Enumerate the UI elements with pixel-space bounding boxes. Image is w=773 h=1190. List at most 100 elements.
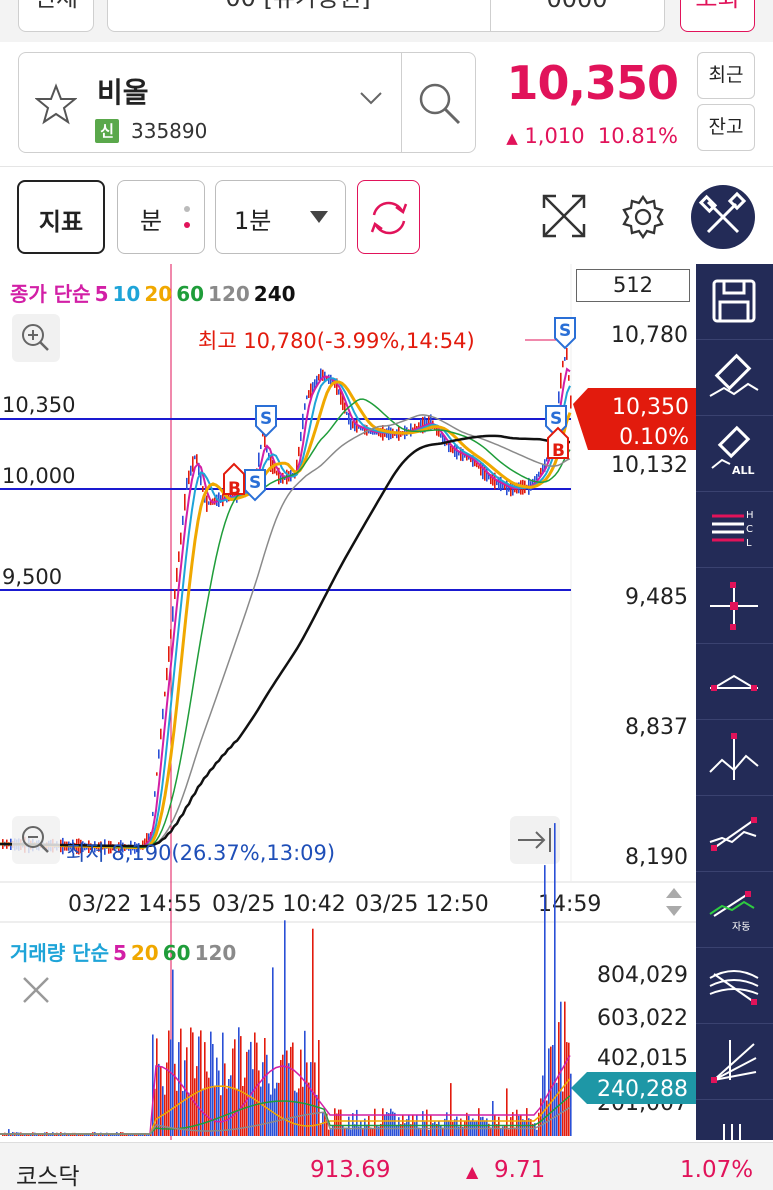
new-listing-badge: 신 bbox=[95, 119, 119, 143]
volume-bar bbox=[308, 1082, 310, 1136]
bars-tool[interactable] bbox=[696, 1100, 773, 1140]
candle bbox=[506, 478, 508, 496]
volume-bar bbox=[26, 1134, 28, 1136]
hcl-lines-icon: H C L bbox=[712, 510, 754, 549]
candle bbox=[166, 667, 168, 681]
zoom-out-button[interactable] bbox=[12, 816, 60, 864]
index-change: 9.71 bbox=[494, 1157, 546, 1183]
volume-bar bbox=[192, 1032, 194, 1136]
volume-bar bbox=[316, 1094, 318, 1136]
candle bbox=[180, 532, 182, 545]
high-price-annotation: 최고 10,780(-3.99%,14:54) bbox=[198, 329, 475, 353]
settings-gear-icon[interactable] bbox=[620, 194, 666, 240]
volume-bar bbox=[194, 1078, 196, 1136]
volume-bar bbox=[256, 1042, 258, 1136]
chevron-down-icon[interactable] bbox=[359, 91, 383, 105]
fullscreen-icon[interactable] bbox=[540, 192, 588, 240]
price-chart[interactable]: 10,350 10,000 9,500 최고 10,780(-3.99%,14:… bbox=[0, 264, 696, 1140]
volume-bar bbox=[310, 1062, 312, 1136]
volume-bar bbox=[172, 969, 174, 1136]
volume-bar bbox=[396, 1125, 398, 1136]
volume-bar bbox=[206, 1071, 208, 1136]
volume-bar bbox=[234, 1039, 236, 1136]
hline-label-10350: 10,350 bbox=[2, 393, 75, 417]
candle bbox=[538, 471, 540, 477]
volume-bar bbox=[200, 1030, 202, 1136]
volume-bar bbox=[300, 1049, 302, 1136]
volume-bar bbox=[480, 1117, 482, 1136]
zoom-in-button[interactable] bbox=[12, 314, 60, 362]
volume-bar bbox=[482, 1116, 484, 1136]
drawing-tools-icon[interactable] bbox=[690, 184, 756, 250]
fan-lines-tool[interactable] bbox=[696, 1024, 773, 1100]
candle bbox=[258, 452, 260, 467]
angle-line-tool[interactable] bbox=[696, 644, 773, 720]
minute-button[interactable]: 분 bbox=[117, 180, 205, 254]
legend-item: 5 bbox=[94, 282, 109, 306]
interval-select[interactable]: 1분 bbox=[215, 180, 346, 254]
candle bbox=[194, 455, 196, 460]
candle bbox=[564, 357, 566, 361]
indicator-button[interactable]: 지표 bbox=[17, 180, 105, 254]
volume-bar bbox=[390, 1108, 392, 1136]
candle bbox=[208, 501, 210, 505]
volume-bar bbox=[338, 1109, 340, 1136]
volume-bar bbox=[516, 1109, 518, 1136]
volume-bar bbox=[566, 1042, 568, 1136]
stock-code: 335890 bbox=[131, 119, 208, 143]
stock-selector[interactable]: 비올 신 335890 bbox=[18, 52, 476, 153]
fan-arc-tool[interactable] bbox=[696, 948, 773, 1024]
hcl-lines-tool[interactable]: H C L bbox=[696, 492, 773, 568]
volume-bar bbox=[70, 1134, 72, 1136]
candle-count-input[interactable]: 512 bbox=[576, 269, 690, 302]
candle bbox=[164, 691, 166, 697]
volume-bar bbox=[184, 1060, 186, 1136]
volume-bar bbox=[394, 1112, 396, 1136]
volume-bar bbox=[466, 1112, 468, 1136]
crosshair-tool[interactable] bbox=[696, 568, 773, 644]
crosshair-icon bbox=[710, 582, 758, 630]
eraser-all-tool[interactable]: ALL bbox=[696, 416, 773, 492]
candle bbox=[298, 446, 300, 457]
auto-trend-tool[interactable]: 자동 bbox=[696, 872, 773, 948]
favorite-star-icon[interactable] bbox=[35, 83, 77, 125]
eraser-all-label: ALL bbox=[732, 464, 755, 477]
x-tick-label: 03/22 14:55 bbox=[68, 892, 202, 917]
volume-bar bbox=[58, 1134, 60, 1136]
vertical-point-tool[interactable] bbox=[696, 720, 773, 796]
volume-bar bbox=[272, 967, 274, 1136]
candle bbox=[192, 456, 194, 472]
volume-bar bbox=[156, 1038, 158, 1136]
candle bbox=[264, 435, 266, 448]
candle bbox=[510, 481, 512, 497]
volume-bar bbox=[296, 1092, 298, 1136]
market-select[interactable]: 전체 bbox=[18, 0, 94, 32]
eraser-tool[interactable] bbox=[696, 340, 773, 416]
market-index-ticker[interactable]: 코스닥 913.69 ▲ 9.71 1.07% bbox=[0, 1142, 773, 1190]
query-button[interactable]: 조회 bbox=[680, 0, 755, 32]
volume-bar bbox=[264, 1038, 266, 1136]
volume-bar bbox=[570, 1073, 572, 1136]
volume-bar bbox=[226, 1088, 228, 1136]
save-tool[interactable] bbox=[696, 264, 773, 340]
balance-button[interactable]: 잔고 bbox=[697, 104, 755, 151]
search-icon[interactable] bbox=[415, 79, 463, 127]
jump-to-latest-button[interactable] bbox=[510, 816, 560, 864]
volume-bar bbox=[376, 1125, 378, 1136]
volume-bar bbox=[350, 1129, 352, 1136]
candle bbox=[356, 420, 358, 433]
volume-bar bbox=[288, 1063, 290, 1136]
candle bbox=[568, 375, 570, 381]
volume-bar bbox=[82, 1134, 84, 1136]
auto-trend-label: 자동 bbox=[732, 921, 750, 933]
trend-line-tool[interactable] bbox=[696, 796, 773, 872]
volume-bar bbox=[352, 1113, 354, 1136]
recent-button[interactable]: 최근 bbox=[697, 52, 755, 99]
volume-bar bbox=[260, 1086, 262, 1136]
volume-bar bbox=[190, 1027, 192, 1136]
volume-bar bbox=[168, 1030, 170, 1136]
refresh-button[interactable] bbox=[357, 180, 420, 254]
volume-bar bbox=[552, 1045, 554, 1136]
volume-bar bbox=[362, 1129, 364, 1136]
filter-select[interactable]: 00 [유가증권] 0000 bbox=[107, 0, 665, 32]
